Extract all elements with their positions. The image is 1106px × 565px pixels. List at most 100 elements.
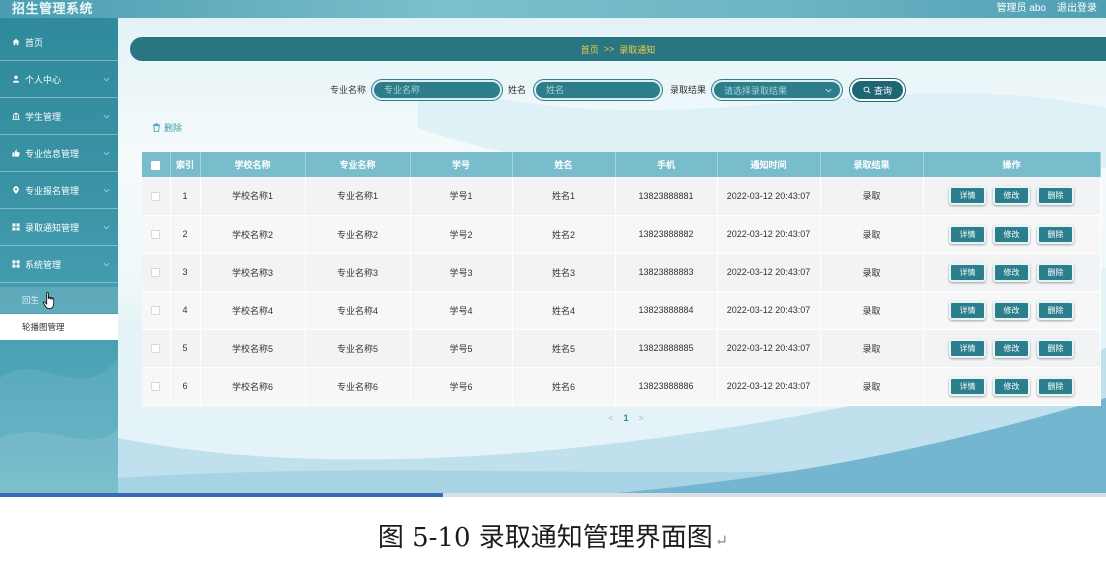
cell-phone: 13823888886 <box>615 367 718 406</box>
row-checkbox[interactable] <box>151 306 161 316</box>
sidebar-item-major-enrollment[interactable]: 专业报名管理 <box>0 172 118 209</box>
edit-button[interactable]: 修改 <box>993 376 1030 396</box>
detail-button[interactable]: 详情 <box>949 300 986 320</box>
horizontal-scrollbar[interactable] <box>0 493 1106 497</box>
sidebar-subitem-carousel[interactable]: 轮播图管理 <box>0 314 118 340</box>
detail-button[interactable]: 详情 <box>949 338 986 358</box>
table-row: 4 学校名称4 专业名称4 学号4 姓名4 13823888884 2022-03-12 2… <box>142 291 1101 330</box>
sidebar-item-admission-notice[interactable]: 录取通知管理 <box>0 209 118 246</box>
admission-result-select[interactable]: 请选择录取结果 <box>712 80 842 100</box>
table-row: 3 学校名称3 专业名称3 学号3 姓名3 13823888883 2022-03-12 2… <box>142 253 1101 292</box>
column-header-phone: 手机 <box>615 152 718 177</box>
logout-link[interactable]: 退出登录 <box>1057 3 1097 15</box>
cell-notice-time: 2022-03-12 20:43:07 <box>717 215 821 254</box>
row-actions-cell: 详情 修改 删除 <box>923 291 1101 330</box>
major-name-input[interactable] <box>372 80 502 100</box>
edit-button[interactable]: 修改 <box>993 338 1030 358</box>
pagination-next[interactable]: > <box>639 413 644 423</box>
select-all-cell <box>142 152 171 177</box>
student-name-input[interactable] <box>534 80 662 100</box>
column-header-school: 学校名称 <box>200 152 306 177</box>
sidebar-item-major-info[interactable]: 专业信息管理 <box>0 135 118 172</box>
cell-phone: 13823888884 <box>615 291 718 330</box>
cell-name: 姓名6 <box>512 367 616 406</box>
sidebar-item-personal-center[interactable]: 个人中心 <box>0 61 118 98</box>
delete-row-button[interactable]: 删除 <box>1037 338 1074 358</box>
row-checkbox[interactable] <box>151 268 161 278</box>
delete-row-button[interactable]: 删除 <box>1037 300 1074 320</box>
row-select-cell <box>142 367 171 406</box>
pagination-current-page[interactable]: 1 <box>623 413 628 423</box>
column-header-major: 专业名称 <box>305 152 411 177</box>
table-header: 索引 学校名称 专业名称 学号 姓名 手机 通知时间 录取结果 操作 <box>142 152 1101 177</box>
cell-result: 录取 <box>820 367 924 406</box>
cell-major: 专业名称6 <box>305 367 411 406</box>
batch-delete-button[interactable]: 删除 <box>152 121 182 133</box>
app-title: 招生管理系统 <box>12 1 94 16</box>
horizontal-scrollbar-thumb[interactable] <box>0 493 443 497</box>
cell-notice-time: 2022-03-12 20:43:07 <box>717 253 821 292</box>
batch-delete-label: 删除 <box>164 122 183 133</box>
student-name-label: 姓名 <box>508 85 527 95</box>
row-checkbox[interactable] <box>151 382 161 392</box>
table-row: 1 学校名称1 专业名称1 学号1 姓名1 13823888881 2022-03-12 2… <box>142 177 1101 216</box>
cell-student-no: 学号6 <box>410 367 513 406</box>
edit-button[interactable]: 修改 <box>993 300 1030 320</box>
sidebar-item-label: 录取通知管理 <box>25 222 80 233</box>
sidebar: 首页 个人中心 学生管理 专业信息管理 专业报名管理 录取通知管理 系统管理 回… <box>0 18 118 497</box>
cell-name: 姓名1 <box>512 177 616 216</box>
detail-button[interactable]: 详情 <box>949 376 986 396</box>
delete-row-button[interactable]: 删除 <box>1037 376 1074 396</box>
figure-caption: 图 5-10 录取通知管理界面图 ↵ <box>0 518 1106 558</box>
breadcrumb-home[interactable]: 首页 <box>581 43 599 56</box>
detail-button[interactable]: 详情 <box>949 224 986 244</box>
edit-button[interactable]: 修改 <box>993 224 1030 244</box>
table-row: 2 学校名称2 专业名称2 学号2 姓名2 13823888882 2022-03-12 2… <box>142 215 1101 254</box>
sidebar-item-student-management[interactable]: 学生管理 <box>0 98 118 135</box>
delete-row-button[interactable]: 删除 <box>1037 186 1074 206</box>
delete-row-button[interactable]: 删除 <box>1037 262 1074 282</box>
sidebar-item-home[interactable]: 首页 <box>0 24 118 61</box>
search-bar: 专业名称 姓名 录取结果 请选择录取结果 查询 <box>118 79 1106 101</box>
row-actions-cell: 详情 修改 删除 <box>923 329 1101 368</box>
edit-button[interactable]: 修改 <box>993 186 1030 206</box>
chevron-down-icon <box>103 113 110 120</box>
current-user: 管理员 abo <box>996 3 1046 14</box>
delete-row-button[interactable]: 删除 <box>1037 224 1074 244</box>
admission-notice-table: 索引 学校名称 专业名称 学号 姓名 手机 通知时间 录取结果 操作 1 学校名称… <box>142 152 1101 406</box>
table-row: 5 学校名称5 专业名称5 学号5 姓名5 13823888885 2022-03-12 2… <box>142 329 1101 368</box>
location-icon <box>12 186 20 194</box>
detail-button[interactable]: 详情 <box>949 262 986 282</box>
sidebar-subitem-1[interactable]: 回生 <box>0 287 118 313</box>
sidebar-item-label: 专业报名管理 <box>25 185 80 196</box>
row-checkbox[interactable] <box>151 344 161 354</box>
detail-button[interactable]: 详情 <box>949 186 986 206</box>
column-header-student-no: 学号 <box>410 152 513 177</box>
row-actions-cell: 详情 修改 删除 <box>923 367 1101 406</box>
cell-notice-time: 2022-03-12 20:43:07 <box>717 291 821 330</box>
sidebar-item-label: 个人中心 <box>25 74 62 85</box>
figure-caption-text: 图 5-10 录取通知管理界面图 <box>377 523 713 553</box>
cell-major: 专业名称2 <box>305 215 411 254</box>
sidebar-item-label: 首页 <box>25 37 44 48</box>
cell-index: 3 <box>170 253 201 292</box>
select-all-checkbox[interactable] <box>151 160 161 170</box>
row-checkbox[interactable] <box>151 191 161 201</box>
pagination-prev[interactable]: < <box>608 413 613 423</box>
breadcrumb-separator: >> <box>603 44 615 54</box>
sidebar-item-system-management[interactable]: 系统管理 <box>0 246 118 283</box>
row-select-cell <box>142 329 171 368</box>
query-button[interactable]: 查询 <box>850 79 905 101</box>
sidebar-item-label: 学生管理 <box>25 111 62 122</box>
cell-major: 专业名称5 <box>305 329 411 368</box>
cell-phone: 13823888881 <box>615 177 718 216</box>
row-select-cell <box>142 177 171 216</box>
cell-major: 专业名称4 <box>305 291 411 330</box>
cell-result: 录取 <box>820 215 924 254</box>
hand-cursor-icon <box>42 292 55 309</box>
cell-notice-time: 2022-03-12 20:43:07 <box>717 329 821 368</box>
chevron-down-icon <box>103 187 110 194</box>
row-checkbox[interactable] <box>151 230 161 240</box>
edit-button[interactable]: 修改 <box>993 262 1030 282</box>
breadcrumb-current: 录取通知 <box>619 44 656 55</box>
